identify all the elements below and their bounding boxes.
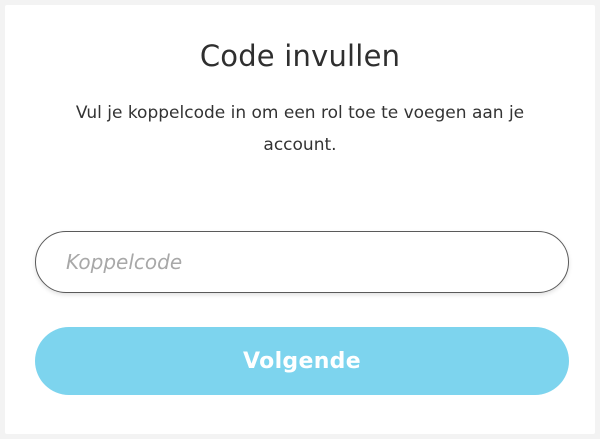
next-button[interactable]: Volgende xyxy=(35,327,569,395)
dialog-title: Code invullen xyxy=(199,39,401,73)
code-input-container[interactable] xyxy=(35,231,569,293)
link-code-input[interactable] xyxy=(64,249,540,275)
dialog-subtitle: Vul je koppelcode in om een rol toe te v… xyxy=(75,103,525,155)
link-code-dialog: Code invullen Vul je koppelcode in om ee… xyxy=(5,5,595,434)
